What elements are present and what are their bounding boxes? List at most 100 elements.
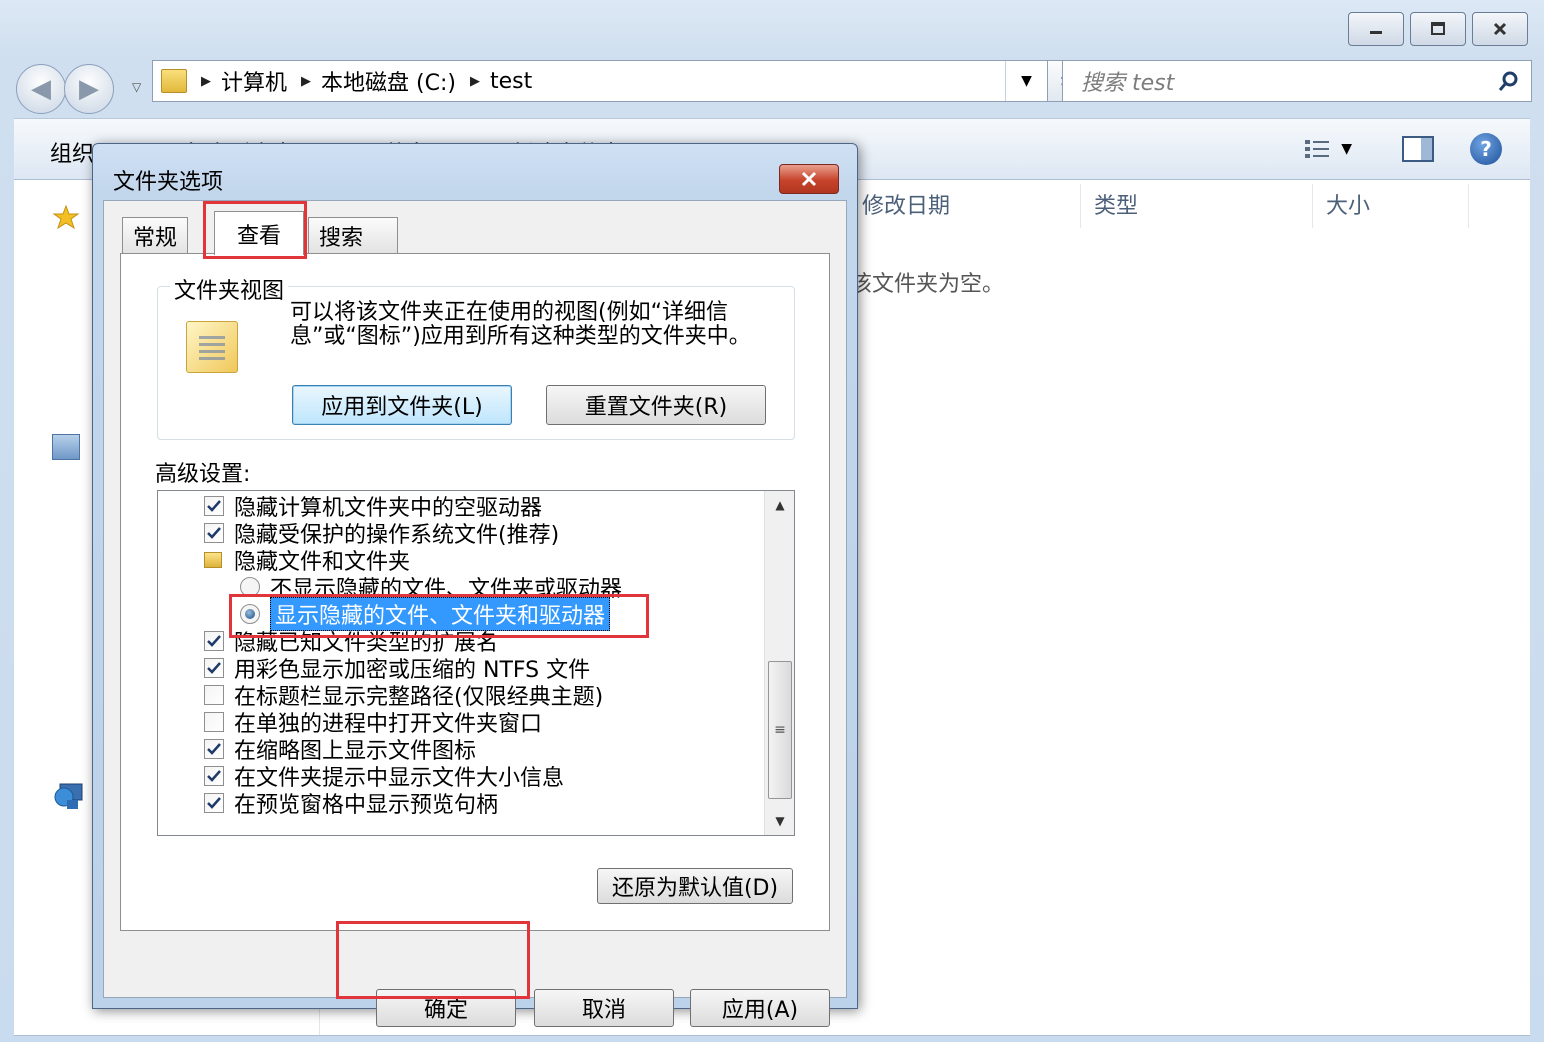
chevron-right-icon: ▶ [301,73,312,89]
checkbox[interactable] [204,523,224,543]
address-bar[interactable]: ▶ 计算机 ▶ 本地磁盘 (C:) ▶ test ▼ [152,60,1048,102]
chevron-right-icon: ▶ [469,73,480,89]
scroll-down-button[interactable]: ▼ [765,807,794,835]
restore-defaults-button[interactable]: 还原为默认值(D) [597,868,793,904]
dialog-close-button[interactable] [779,164,839,194]
list-item[interactable]: 隐藏计算机文件夹中的空驱动器 [204,493,542,521]
caret-up-icon: ▲ [775,498,785,512]
network-globe-icon[interactable] [52,786,80,812]
search-icon [1498,71,1518,91]
scroll-up-button[interactable]: ▲ [765,491,794,519]
breadcrumb-item[interactable]: ▶ test [470,69,532,94]
scrollbar-thumb[interactable]: ≡ [768,661,792,799]
address-dropdown[interactable]: ▼ [1005,61,1047,101]
list-item[interactable]: 隐藏受保护的操作系统文件(推荐) [204,520,559,548]
folder-views-description: 可以将该文件夹正在使用的视图(例如“详细信息”或“图标”)应用到所有这种类型的文… [290,300,751,349]
checkbox[interactable] [204,766,224,786]
advanced-settings-list[interactable]: 隐藏计算机文件夹中的空驱动器 隐藏受保护的操作系统文件(推荐) 隐藏文件和文件夹… [157,490,795,836]
breadcrumb-item[interactable]: ▶ 计算机 [201,65,287,97]
radio-dot [245,609,255,619]
view-list-icon [1305,140,1330,158]
window-controls [1348,12,1528,46]
apply-to-folders-button[interactable]: 应用到文件夹(L) [292,385,512,425]
reset-folders-button[interactable]: 重置文件夹(R) [546,385,766,425]
checkmark-icon [207,635,221,647]
folder-options-dialog: 文件夹选项 常规 查看 搜索 文件夹视图 可以将该文件夹正在使用的视图(例如“详… [92,143,858,1027]
checkmark-icon [207,797,221,809]
view-tab-panel: 文件夹视图 可以将该文件夹正在使用的视图(例如“详细信息”或“图标”)应用到所有… [120,253,830,931]
list-item[interactable]: 在单独的进程中打开文件夹窗口 [204,709,542,737]
close-icon [801,171,817,187]
minimize-icon [1370,31,1382,34]
computer-pane-highlight [16,786,46,820]
checkmark-icon [207,770,221,782]
empty-folder-message: 该文件夹为空。 [850,272,1005,297]
search-placeholder: 搜索 test [1081,71,1175,96]
list-item[interactable]: 在预览窗格中显示预览句柄 [204,790,498,818]
help-button[interactable]: ? [1470,133,1502,165]
folder-views-label: 文件夹视图 [170,273,289,305]
checkmark-icon [207,662,221,674]
back-button[interactable]: ◀ [16,64,66,114]
checkbox[interactable] [204,496,224,516]
checkbox[interactable] [204,658,224,678]
column-header-type[interactable]: 类型 [1094,188,1138,228]
chevron-down-icon: ▼ [1341,141,1352,157]
checkbox[interactable] [204,712,224,732]
recent-pages-dropdown[interactable]: ▽ [132,80,141,94]
help-icon: ? [1480,137,1492,161]
preview-pane-button[interactable] [1402,136,1434,162]
folder-views-group: 文件夹视图 可以将该文件夹正在使用的视图(例如“详细信息”或“图标”)应用到所有… [157,273,795,440]
close-window-button[interactable] [1472,12,1528,46]
grip-icon: ≡ [774,722,786,738]
checkmark-icon [207,527,221,539]
libraries-icon[interactable] [52,434,80,460]
maximize-button[interactable] [1410,12,1466,46]
checkmark-icon [207,743,221,755]
chevron-down-icon: ▼ [1021,73,1032,89]
vertical-scrollbar[interactable]: ▲ ≡ ▼ [764,491,794,835]
close-icon [1493,22,1507,36]
folder-icon [204,552,222,568]
column-header-date[interactable]: 修改日期 [862,188,950,228]
list-item[interactable]: 隐藏已知文件类型的扩展名 [204,628,498,656]
chevron-right-icon: ▶ [201,73,211,89]
arrow-right-icon: ▶ [79,74,99,104]
tab-general[interactable]: 常规 [122,217,189,253]
list-item[interactable]: 在文件夹提示中显示文件大小信息 [204,763,564,791]
column-header-size[interactable]: 大小 [1326,188,1370,228]
dialog-body: 常规 查看 搜索 文件夹视图 可以将该文件夹正在使用的视图(例如“详细信息”或“… [103,200,847,1027]
ok-button[interactable]: 确定 [376,989,516,1027]
search-input[interactable]: 搜索 test [1062,60,1532,102]
checkbox[interactable] [204,685,224,705]
favorites-star-icon[interactable] [52,204,80,230]
folder-icon [161,69,187,93]
cancel-button[interactable]: 取消 [534,989,674,1027]
arrow-left-icon: ◀ [31,74,51,104]
change-view-button[interactable]: ▼ [1303,137,1352,161]
column-separator[interactable] [1468,184,1469,228]
folder-view-icon [186,321,238,373]
radio-button[interactable] [240,577,260,597]
checkbox[interactable] [204,739,224,759]
organize-button[interactable]: 组织 [50,136,94,168]
list-item[interactable]: 在标题栏显示完整路径(仅限经典主题) [204,682,603,710]
breadcrumb-item[interactable]: ▶ 本地磁盘 (C:) [301,65,456,97]
list-item[interactable]: 用彩色显示加密或压缩的 NTFS 文件 [204,655,590,683]
dialog-title: 文件夹选项 [113,170,224,195]
tab-view[interactable]: 查看 [214,211,304,255]
column-separator[interactable] [1080,184,1081,228]
caret-down-icon: ▼ [775,814,785,828]
forward-button[interactable]: ▶ [64,64,114,114]
tab-search[interactable]: 搜索 [308,217,398,253]
checkmark-icon [207,500,221,512]
list-item[interactable]: 在缩略图上显示文件图标 [204,736,476,764]
checkbox[interactable] [204,631,224,651]
minimize-button[interactable] [1348,12,1404,46]
apply-button[interactable]: 应用(A) [690,989,830,1027]
navigation-bar: ◀ ▶ ▽ ▶计算机 ▶本地磁盘 (C:) ▶test ▼ ⇆ 搜索 test [14,58,1532,114]
radio-button[interactable] [240,604,260,624]
checkbox[interactable] [204,793,224,813]
column-separator[interactable] [1312,184,1313,228]
list-item[interactable]: 显示隐藏的文件、文件夹和驱动器 [240,597,611,631]
